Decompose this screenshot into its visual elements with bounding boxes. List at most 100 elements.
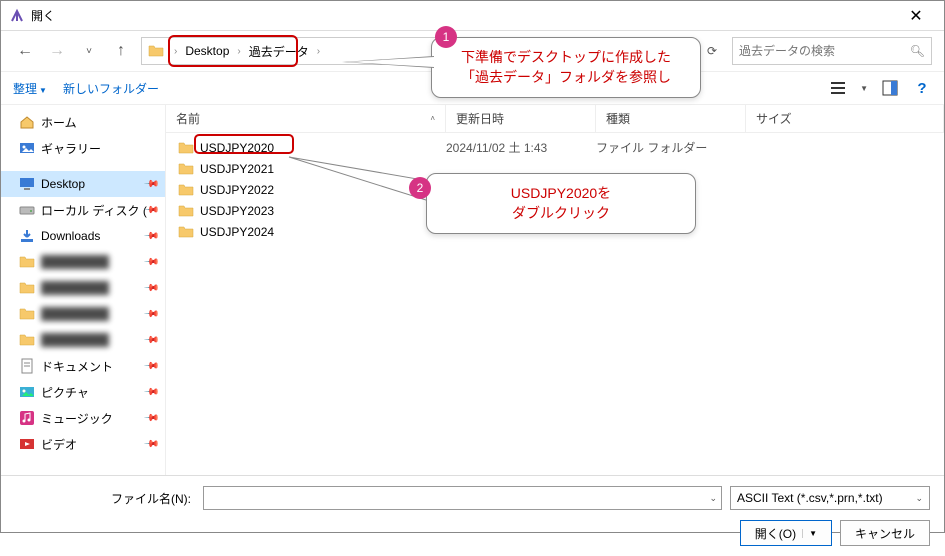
- window-title: 開く: [31, 7, 896, 24]
- folder-icon: [19, 332, 35, 348]
- forward-button[interactable]: →: [45, 39, 69, 63]
- sidebar-item-Desktop[interactable]: Desktop 📌: [1, 171, 165, 197]
- sidebar: ホームギャラリーDesktop📌ローカル ディスク (📌Downloads📌██…: [1, 105, 166, 475]
- view-dropdown[interactable]: ▼: [860, 84, 868, 93]
- downloads-icon: [19, 228, 35, 244]
- file-row[interactable]: USDJPY20202024/11/02 土 1:43ファイル フォルダー: [166, 137, 944, 158]
- organize-menu[interactable]: 整理▼: [13, 80, 47, 97]
- document-icon: [19, 358, 35, 374]
- view-mode-button[interactable]: [828, 78, 848, 98]
- file-type: ファイル フォルダー: [596, 139, 746, 156]
- help-button[interactable]: ?: [912, 78, 932, 98]
- search-input[interactable]: [739, 44, 910, 58]
- gallery-icon: [19, 140, 35, 156]
- column-headers: 名前˄ 更新日時 種類 サイズ: [166, 105, 944, 133]
- main-panel: 名前˄ 更新日時 種類 サイズ USDJPY20202024/11/02 土 1…: [166, 105, 944, 475]
- pin-icon: 📌: [142, 228, 159, 245]
- close-button[interactable]: ✕: [896, 2, 936, 30]
- pin-icon: 📌: [142, 436, 159, 453]
- sidebar-item-ホーム[interactable]: ホーム: [1, 109, 165, 135]
- folder-icon: [178, 203, 194, 219]
- sidebar-item-ビデオ[interactable]: ビデオ📌: [1, 431, 165, 457]
- pin-icon: 📌: [142, 384, 159, 401]
- file-name: USDJPY2023: [200, 204, 446, 218]
- chevron-right-icon: ›: [317, 46, 320, 57]
- app-icon: [9, 8, 25, 24]
- chevron-right-icon: ›: [237, 46, 240, 57]
- sidebar-item-hidden-7[interactable]: ████████ 📌: [1, 301, 165, 327]
- pin-icon: 📌: [142, 176, 159, 193]
- sort-asc-icon: ˄: [430, 114, 435, 123]
- col-type[interactable]: 種類: [596, 105, 746, 132]
- pictures-icon: [19, 384, 35, 400]
- file-name: USDJPY2024: [200, 225, 446, 239]
- sidebar-item-label: ローカル ディスク (: [41, 202, 147, 219]
- desktop-icon: [19, 176, 35, 192]
- chevron-down-icon: ⌄: [915, 493, 923, 504]
- sidebar-item-label: ████████: [41, 281, 109, 295]
- col-name[interactable]: 名前˄: [166, 105, 446, 132]
- sidebar-item-hidden-5[interactable]: ████████ 📌: [1, 249, 165, 275]
- video-icon: [19, 436, 35, 452]
- sidebar-item-label: ホーム: [41, 114, 77, 131]
- disk-icon: [19, 202, 35, 218]
- annotation-badge-1: 1: [435, 26, 457, 48]
- sidebar-item-label: Desktop: [41, 177, 85, 191]
- pin-icon: 📌: [142, 358, 159, 375]
- split-dropdown-icon[interactable]: ▼: [802, 529, 817, 538]
- titlebar: 開く ✕: [1, 1, 944, 31]
- annotation-pointer-2: [289, 151, 429, 201]
- open-button[interactable]: 開く(O)▼: [740, 520, 832, 546]
- sidebar-item-ミュージック[interactable]: ミュージック 📌: [1, 405, 165, 431]
- sidebar-item-ギャラリー[interactable]: ギャラリー: [1, 135, 165, 161]
- cancel-button[interactable]: キャンセル: [840, 520, 930, 546]
- filename-label: ファイル名(N):: [15, 490, 195, 507]
- back-button[interactable]: ←: [13, 39, 37, 63]
- annotation-badge-2: 2: [409, 177, 431, 199]
- folder-icon: [178, 182, 194, 198]
- sidebar-item-label: ピクチャ: [41, 384, 89, 401]
- sidebar-item-hidden-6[interactable]: ████████📌: [1, 275, 165, 301]
- folder-icon: [19, 280, 35, 296]
- chevron-right-icon: ›: [174, 46, 177, 57]
- music-icon: [19, 410, 35, 426]
- filetype-filter[interactable]: ASCII Text (*.csv,*.prn,*.txt)⌄: [730, 486, 930, 510]
- sidebar-item-label: ドキュメント: [41, 358, 113, 375]
- folder-icon: [178, 140, 194, 156]
- breadcrumb-desktop[interactable]: Desktop: [181, 42, 233, 60]
- folder-icon: [19, 254, 35, 270]
- folder-icon: [178, 224, 194, 240]
- pin-icon: 📌: [142, 332, 159, 349]
- pin-icon: 📌: [142, 410, 159, 427]
- sidebar-item-label: ████████: [41, 307, 109, 321]
- refresh-button[interactable]: ⟳: [700, 44, 724, 58]
- sidebar-item-label: Downloads: [41, 229, 100, 243]
- recent-dropdown[interactable]: ˅: [77, 39, 101, 63]
- pin-icon: 📌: [142, 254, 159, 271]
- sidebar-item-ピクチャ[interactable]: ピクチャ 📌: [1, 379, 165, 405]
- sidebar-item-label: ████████: [41, 333, 109, 347]
- folder-icon: [148, 43, 164, 59]
- chevron-down-icon: ⌄: [709, 493, 717, 504]
- breadcrumb-folder[interactable]: 過去データ: [245, 41, 313, 62]
- sidebar-item-ドキュメント[interactable]: ドキュメント 📌: [1, 353, 165, 379]
- col-size[interactable]: サイズ: [746, 105, 944, 132]
- sidebar-item-ローカル ディスク ([interactable]: ローカル ディスク (📌: [1, 197, 165, 223]
- file-date: 2024/11/02 土 1:43: [446, 139, 596, 156]
- annotation-callout-1: 下準備でデスクトップに作成した 「過去データ」フォルダを参照し: [431, 37, 701, 98]
- filename-combo[interactable]: ⌄: [203, 486, 722, 510]
- col-date[interactable]: 更新日時: [446, 105, 596, 132]
- up-button[interactable]: ↑: [109, 39, 133, 63]
- sidebar-item-label: ギャラリー: [41, 140, 101, 157]
- home-icon: [19, 114, 35, 130]
- pin-icon: 📌: [142, 306, 159, 323]
- sidebar-item-Downloads[interactable]: Downloads 📌: [1, 223, 165, 249]
- preview-pane-button[interactable]: [880, 78, 900, 98]
- annotation-callout-2: USDJPY2020を ダブルクリック: [426, 173, 696, 234]
- sidebar-item-label: ミュージック: [41, 410, 113, 427]
- search-box[interactable]: 🔍︎: [732, 37, 932, 65]
- folder-icon: [19, 306, 35, 322]
- new-folder-button[interactable]: 新しいフォルダー: [63, 80, 159, 97]
- sidebar-item-hidden-8[interactable]: ████████ 📌: [1, 327, 165, 353]
- sidebar-item-label: ████████: [41, 255, 109, 269]
